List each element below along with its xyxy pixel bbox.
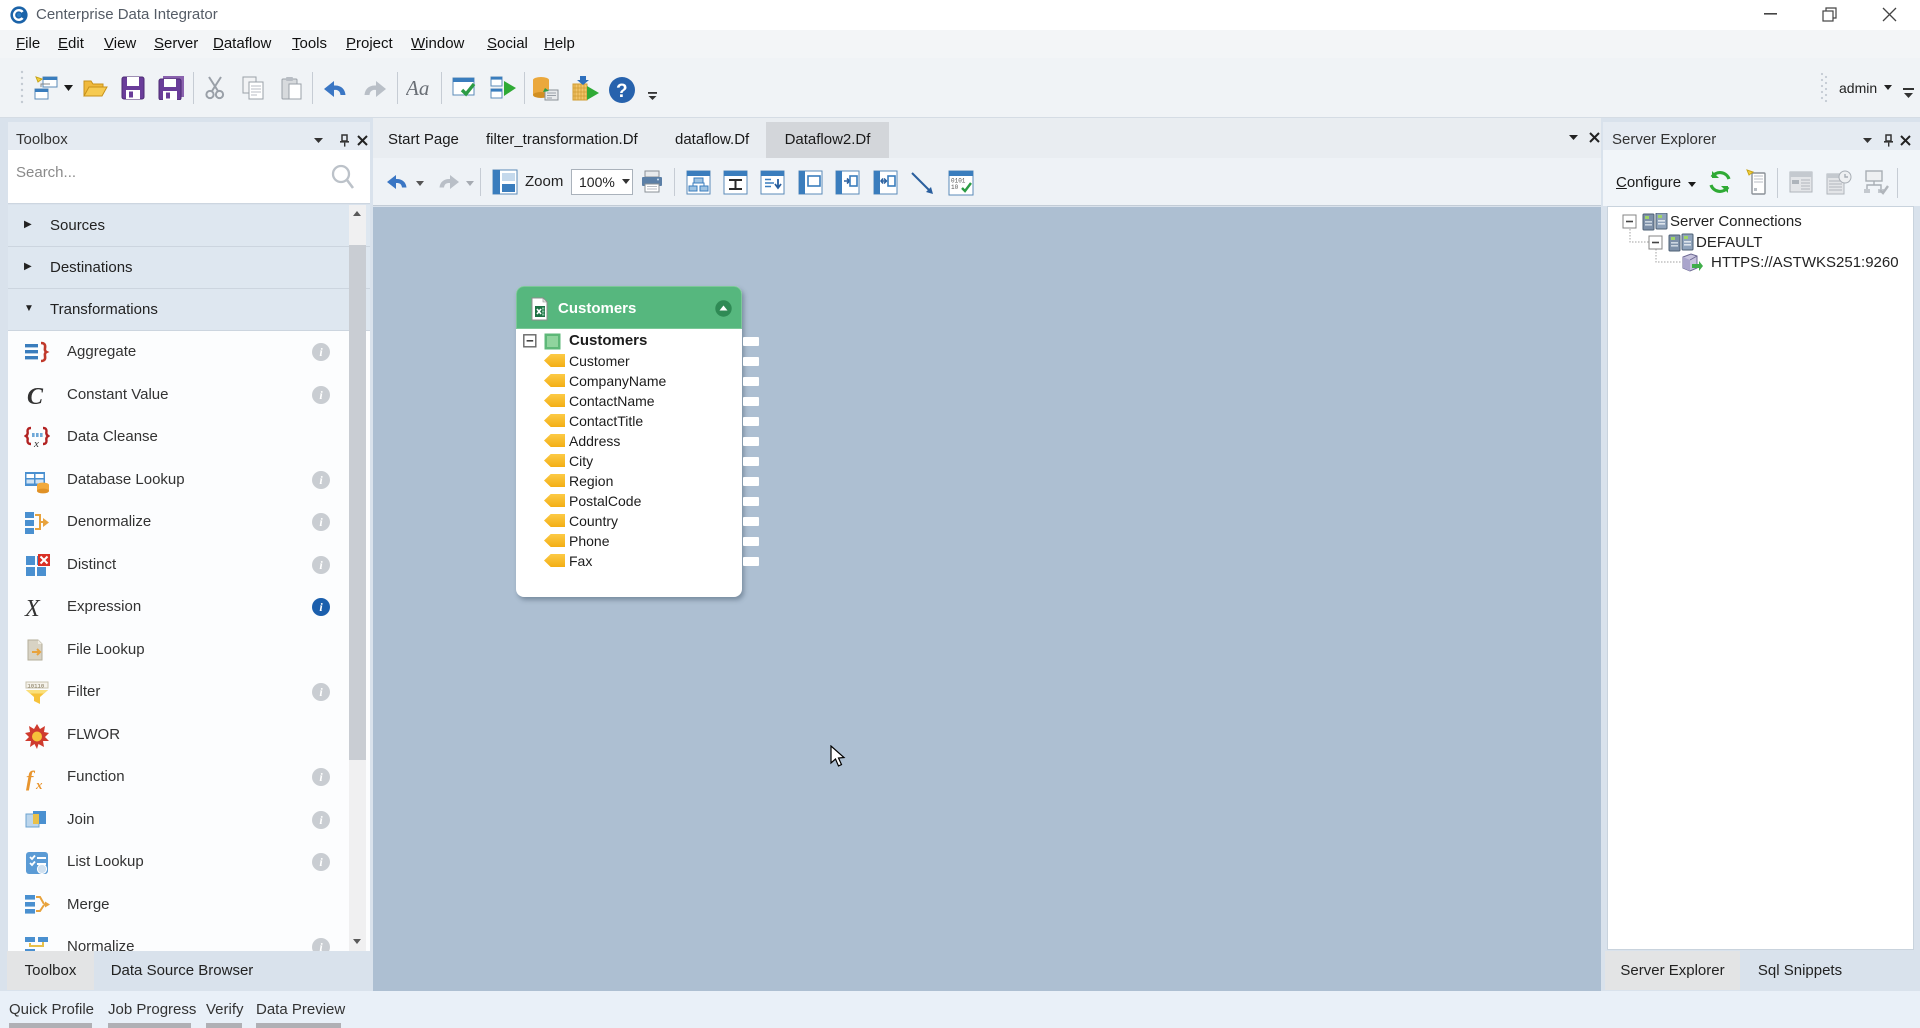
svg-text:10110: 10110 xyxy=(27,682,44,689)
svg-text:f: f xyxy=(26,766,36,791)
svg-text:X: X xyxy=(24,596,41,621)
svg-text:x: x xyxy=(33,438,39,450)
svg-text:10: 10 xyxy=(951,184,959,191)
svg-text:?: ? xyxy=(616,81,628,102)
svg-text:x: x xyxy=(35,777,43,791)
svg-text:C: C xyxy=(27,384,44,409)
svg-text:Aa: Aa xyxy=(406,76,429,100)
